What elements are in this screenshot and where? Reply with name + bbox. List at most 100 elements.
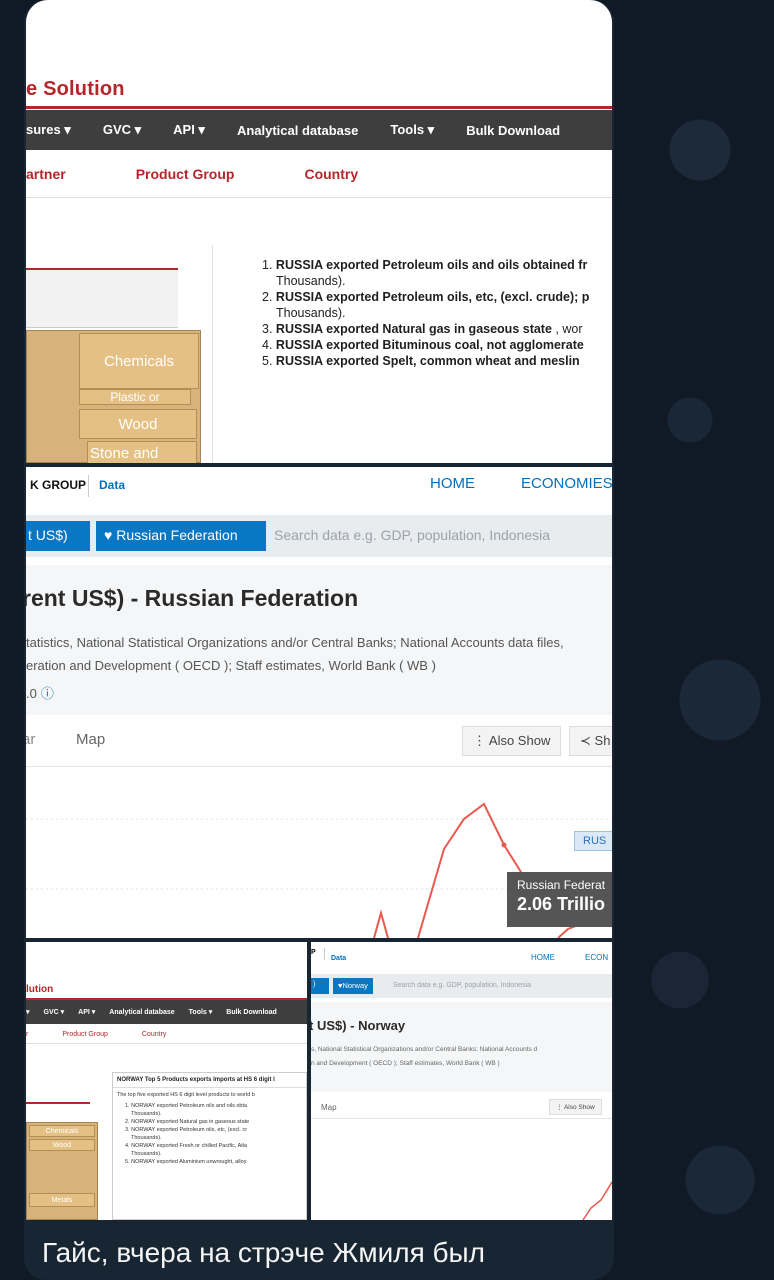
- chart-tooltip: Russian Federat 2.06 Trillio: [507, 872, 612, 927]
- nav-api: API ▾: [78, 1009, 96, 1016]
- photo-wits-norway[interactable]: lution ▾ GVC ▾ API ▾ Analytical database…: [26, 942, 307, 1220]
- list-item: 4. NORWAY exported Fresh or chilled Paci…: [125, 1143, 248, 1149]
- data-point: [501, 842, 507, 848]
- subnav-partner[interactable]: artner: [26, 166, 66, 182]
- subnav-product-group[interactable]: Product Group: [136, 166, 235, 182]
- nav-gvc: GVC ▾: [43, 1009, 65, 1016]
- photo-wits-russia[interactable]: e Solution sures ▾ GVC ▾ API ▾ Analytica…: [26, 0, 612, 463]
- column-divider: [212, 245, 213, 463]
- subnav-partner: r: [26, 1031, 29, 1038]
- header-divider: [26, 106, 612, 109]
- data-link[interactable]: Data: [99, 478, 125, 492]
- more-icon: ⋮: [556, 1104, 563, 1111]
- search-input[interactable]: Search data e.g. GDP, population, Indone…: [274, 527, 550, 543]
- brand-divider: [324, 948, 325, 960]
- message-caption: Гайс, вчера на стрэче Жмиля был: [42, 1237, 486, 1268]
- wits-site-title: lution: [26, 984, 54, 995]
- nav-item: ▾: [26, 1009, 30, 1016]
- map-pin-icon: ♥︎: [104, 527, 113, 543]
- series-line-a: [373, 909, 389, 938]
- wb-header: K GROUP Data HOME ECONOMIES: [26, 467, 612, 507]
- nav-api[interactable]: API ▾: [173, 122, 205, 138]
- treemap-cell-wood: Wood: [29, 1139, 95, 1151]
- treemap-cell-plastic[interactable]: Plastic or: [79, 389, 191, 405]
- export-item-2-cont: Thousands).: [276, 306, 346, 320]
- export-item-3: 3. RUSSIA exported Natural gas in gaseou…: [262, 322, 583, 336]
- search-bar[interactable]: t US$) ♥︎ Russian Federation Search data…: [26, 515, 612, 557]
- source-line-2: n and Development ( OECD ); Staff estima…: [311, 1060, 500, 1067]
- list-item: 3. NORWAY exported Petroleum oils, etc, …: [125, 1127, 248, 1133]
- indicator-chip[interactable]: t US$): [26, 521, 90, 551]
- source-line-2: eration and Development ( OECD ); Staff …: [26, 658, 436, 673]
- nav-home[interactable]: HOME: [430, 475, 475, 492]
- photo-worldbank-norway[interactable]: P Data HOME ECON ) ♥︎Norway Search data …: [311, 942, 612, 1220]
- nav-measures[interactable]: sures ▾: [26, 122, 71, 138]
- indicator-chip: ): [311, 978, 329, 994]
- tooltip-series: Russian Federat: [517, 878, 606, 892]
- filter-panel: [26, 268, 178, 328]
- share-button[interactable]: ≺ Sh: [569, 726, 612, 756]
- nav-tools[interactable]: Tools ▾: [390, 122, 434, 138]
- tab-map[interactable]: Map: [76, 731, 105, 748]
- wits-site-title: e Solution: [26, 78, 125, 100]
- list-item: 2. NORWAY exported Natural gas in gaseou…: [125, 1119, 250, 1125]
- wb-header: P Data HOME ECON: [311, 946, 612, 966]
- tab-map[interactable]: Map: [321, 1103, 337, 1112]
- list-item: Thousands).: [131, 1135, 162, 1141]
- treemap-cell-metals: Metals: [29, 1193, 95, 1207]
- filter-panel-top: [26, 1102, 90, 1104]
- country-chip[interactable]: ♥︎Norway: [333, 978, 373, 994]
- also-show-button[interactable]: ⋮ Also Show: [549, 1099, 602, 1115]
- also-show-button[interactable]: ⋮ Also Show: [462, 726, 562, 756]
- photo-worldbank-russia[interactable]: K GROUP Data HOME ECONOMIES t US$) ♥︎ Ru…: [26, 467, 612, 938]
- export-item-4: 4. RUSSIA exported Bituminous coal, not …: [262, 338, 584, 352]
- treemap-cell-chemicals[interactable]: Chemicals: [79, 333, 199, 389]
- export-item-1-cont: Thousands).: [276, 274, 346, 288]
- wits-subnav: artner Product Group Country: [26, 150, 612, 198]
- license: .0 ⓘ: [26, 686, 54, 701]
- wb-brand: P: [311, 949, 316, 956]
- nav-economies[interactable]: ECONOMIES: [521, 475, 612, 492]
- nav-gvc[interactable]: GVC ▾: [103, 122, 141, 138]
- subnav-country[interactable]: Country: [304, 166, 358, 182]
- share-icon: ≺: [580, 733, 591, 748]
- treemap: Chemicals Plastic or Wood Stone and: [26, 330, 201, 463]
- top-products-list: 1. NORWAY exported Petroleum oils and oi…: [113, 1102, 306, 1166]
- nav-economies[interactable]: ECON: [585, 953, 608, 962]
- search-bar[interactable]: ) ♥︎Norway Search data e.g. GDP, populat…: [311, 974, 612, 998]
- nav-analytical-database: Analytical database: [109, 1008, 175, 1016]
- export-item-2: 2. RUSSIA exported Petroleum oils, etc, …: [262, 290, 590, 304]
- list-item: Thousands).: [131, 1111, 162, 1117]
- nav-bulk-download: Bulk Download: [226, 1008, 277, 1016]
- indicator-title: t US$) - Norway: [311, 1018, 406, 1033]
- nav-analytical-database[interactable]: Analytical database: [237, 123, 358, 138]
- subnav-product-group: Product Group: [62, 1031, 108, 1038]
- series-line: [582, 1181, 612, 1220]
- nav-tools: Tools ▾: [188, 1009, 213, 1016]
- view-tabs: ar Map ⋮ Also Show ≺ Sh: [26, 715, 612, 767]
- subnav-country: Country: [141, 1031, 167, 1038]
- tabs-divider: [311, 1118, 612, 1119]
- nav-bulk-download[interactable]: Bulk Download: [466, 123, 560, 138]
- indicator-title: rent US$) - Russian Federation: [26, 585, 359, 611]
- treemap-cell-stone[interactable]: Stone and: [87, 441, 197, 463]
- wits-subnav: r Product Group Country: [26, 1026, 307, 1044]
- nav-home[interactable]: HOME: [531, 953, 555, 962]
- wb-brand: K GROUP: [30, 478, 87, 492]
- tooltip-value: 2.06 Trillio: [517, 894, 606, 914]
- legend-badge[interactable]: RUS: [574, 831, 612, 851]
- top-exports-list: 1. RUSSIA exported Petroleum oils and oi…: [262, 257, 612, 369]
- country-chip[interactable]: ♥︎ Russian Federation: [96, 521, 266, 551]
- data-link[interactable]: Data: [331, 955, 346, 962]
- export-item-5: 5. RUSSIA exported Spelt, common wheat a…: [262, 354, 580, 368]
- brand-divider: [88, 475, 89, 497]
- panel-title: NORWAY Top 5 Products exports Imports at…: [113, 1073, 306, 1088]
- source-line-1: tatistics, National Statistical Organiza…: [26, 635, 564, 650]
- tab-bar[interactable]: ar: [26, 731, 35, 748]
- top-products-panel: NORWAY Top 5 Products exports Imports at…: [112, 1072, 307, 1220]
- treemap: Chemicals Wood Metals: [26, 1122, 98, 1220]
- more-icon: ⋮: [473, 733, 486, 748]
- info-icon[interactable]: ⓘ: [41, 686, 54, 701]
- treemap-cell-wood[interactable]: Wood: [79, 409, 197, 439]
- search-input[interactable]: Search data e.g. GDP, population, Indone…: [393, 982, 531, 989]
